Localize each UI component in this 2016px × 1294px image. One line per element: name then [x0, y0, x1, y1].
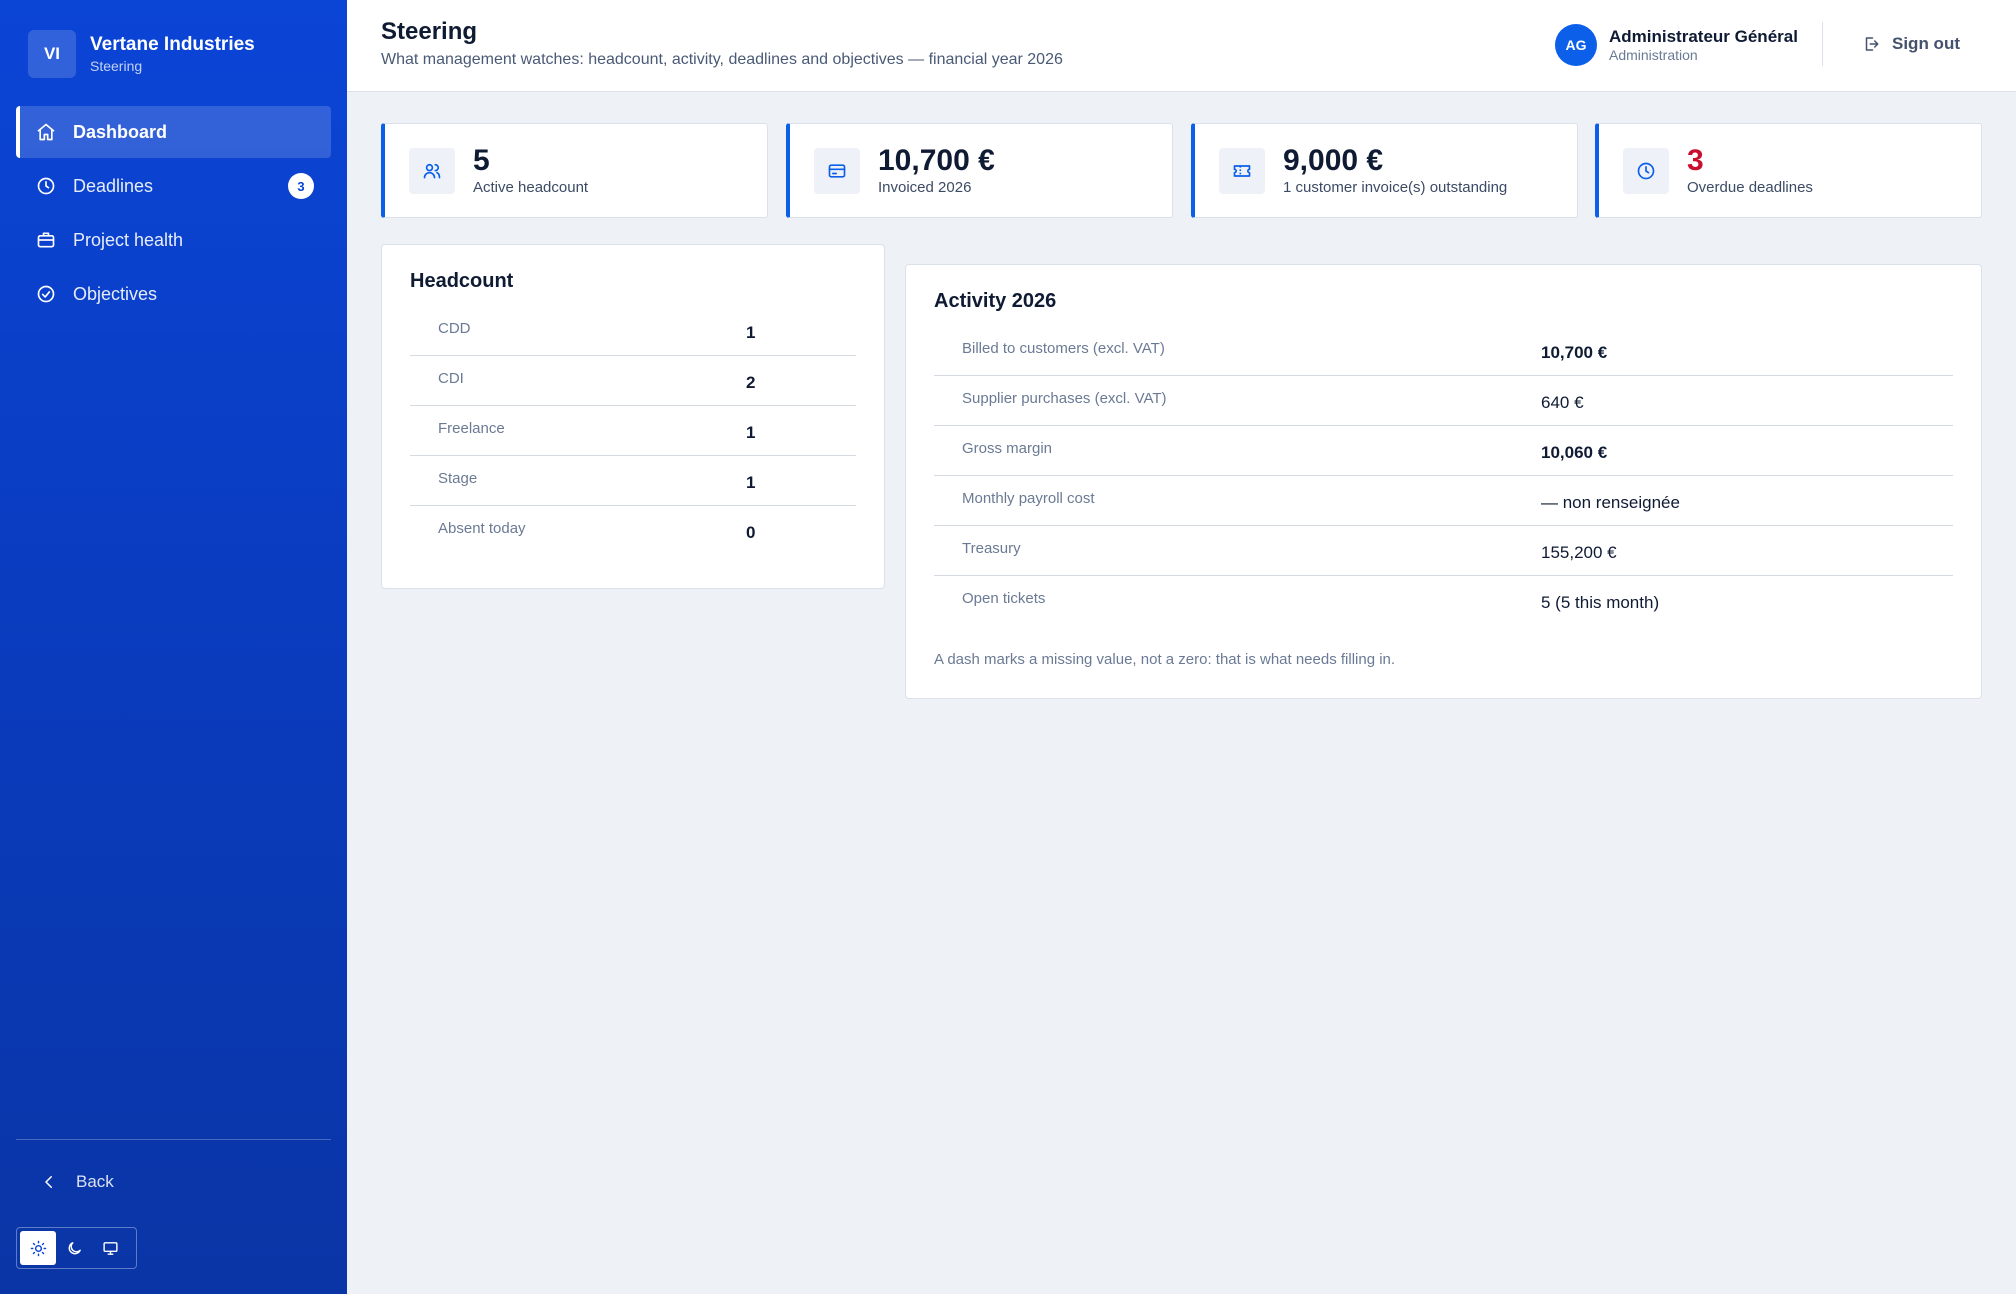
row-label: Monthly payroll cost	[962, 490, 1095, 507]
row-value: 155,200 €	[1541, 543, 1617, 562]
theme-switcher	[16, 1227, 137, 1269]
sidebar-item-dashboard[interactable]: Dashboard	[16, 106, 331, 158]
row-label: Stage	[438, 470, 478, 487]
stat-card-outstanding: 9,000 € 1 customer invoice(s) outstandin…	[1191, 123, 1578, 218]
home-icon	[37, 123, 55, 141]
monitor-icon	[102, 1241, 118, 1255]
sign-out-label: Sign out	[1892, 34, 1960, 53]
panel-title: Activity 2026	[934, 290, 1057, 312]
briefcase-icon	[37, 232, 55, 248]
sidebar-item-label: Project health	[73, 229, 184, 250]
table-row: Open tickets 5 (5 this month)	[934, 576, 1953, 626]
back-link[interactable]: Back	[40, 1172, 114, 1192]
user-role: Administration	[1609, 46, 1698, 63]
row-value: 0	[746, 523, 756, 542]
row-label: CDD	[438, 320, 471, 337]
stat-label: Invoiced 2026	[878, 178, 972, 196]
sun-icon	[30, 1240, 46, 1256]
row-label: Absent today	[438, 520, 526, 537]
table-row: Billed to customers (excl. VAT) 10,700 €	[934, 326, 1953, 376]
deadlines-count-badge: 3	[288, 173, 314, 199]
row-value: 10,060 €	[1541, 443, 1608, 462]
row-label: Open tickets	[962, 590, 1046, 607]
sidebar-item-label: Objectives	[73, 283, 158, 304]
brand-name: Vertane Industries	[90, 33, 255, 55]
sidebar-item-label: Dashboard	[73, 121, 168, 142]
header-divider	[1822, 22, 1823, 66]
brand-subtitle: Steering	[90, 57, 143, 74]
table-row: Absent today 0	[410, 506, 856, 556]
page-title: Steering	[381, 18, 478, 45]
row-label: Supplier purchases (excl. VAT)	[962, 390, 1167, 407]
row-value: 10,700 €	[1541, 343, 1608, 362]
row-value: 1	[746, 323, 756, 342]
table-row: Freelance 1	[410, 406, 856, 456]
stat-value: 3	[1687, 143, 1704, 177]
table-row: Monthly payroll cost — non renseignée	[934, 476, 1953, 526]
row-value: — non renseignée	[1541, 493, 1680, 512]
users-icon	[423, 163, 441, 178]
table-row: Gross margin 10,060 €	[934, 426, 1953, 476]
chevron-left-icon	[45, 1176, 52, 1188]
activity-panel: Activity 2026 Billed to customers (excl.…	[905, 264, 1982, 699]
table-row: Treasury 155,200 €	[934, 526, 1953, 576]
stat-card-invoiced: 10,700 € Invoiced 2026	[786, 123, 1173, 218]
table-row: CDI 2	[410, 356, 856, 406]
stat-card-headcount: 5 Active headcount	[381, 123, 768, 218]
row-value: 2	[746, 373, 756, 392]
user-name: Administrateur Général	[1609, 26, 1798, 46]
row-value: 640 €	[1541, 393, 1584, 412]
sidebar-item-deadlines[interactable]: Deadlines 3	[16, 160, 331, 212]
stat-label: Active headcount	[473, 178, 589, 196]
theme-dark-button[interactable]	[56, 1231, 92, 1265]
headcount-panel: Headcount CDD 1 CDI 2 Freelance 1 Stage …	[381, 244, 885, 589]
user-menu[interactable]: AG Administrateur Général Administration	[1555, 24, 1798, 66]
sidebar-item-project-health[interactable]: Project health	[16, 214, 331, 266]
check-circle-icon	[37, 285, 55, 303]
theme-light-button[interactable]	[20, 1231, 56, 1265]
clock-icon	[1637, 162, 1655, 179]
row-label: Freelance	[438, 420, 505, 437]
stat-label: 1 customer invoice(s) outstanding	[1283, 178, 1508, 196]
panel-note: A dash marks a missing value, not a zero…	[934, 651, 1396, 668]
page-subtitle: What management watches: headcount, acti…	[381, 51, 1063, 68]
row-label: CDI	[438, 370, 464, 387]
row-label: Treasury	[962, 540, 1021, 557]
table-row: Stage 1	[410, 456, 856, 506]
theme-system-button[interactable]	[92, 1231, 128, 1265]
stat-value: 10,700 €	[878, 143, 995, 177]
table-row: Supplier purchases (excl. VAT) 640 €	[934, 376, 1953, 426]
row-value: 1	[746, 423, 756, 442]
panel-title: Headcount	[410, 270, 514, 292]
brand[interactable]: VI Vertane Industries Steering	[28, 30, 255, 78]
ticket-icon	[1233, 164, 1251, 177]
clock-icon	[37, 177, 55, 195]
stat-label: Overdue deadlines	[1687, 178, 1813, 196]
row-label: Billed to customers (excl. VAT)	[962, 340, 1165, 357]
sidebar-item-label: Deadlines	[73, 175, 154, 196]
row-value: 1	[746, 473, 756, 492]
sign-out-icon	[1865, 37, 1879, 51]
card-icon	[828, 163, 846, 178]
sidebar: VI Vertane Industries Steering Dashboard…	[0, 0, 347, 1294]
row-value: 5 (5 this month)	[1541, 593, 1660, 612]
back-label: Back	[76, 1172, 114, 1191]
moon-icon	[68, 1241, 81, 1254]
stat-value: 9,000 €	[1283, 143, 1384, 177]
sidebar-item-objectives[interactable]: Objectives	[16, 268, 331, 320]
stat-value: 5	[473, 143, 490, 177]
avatar: AG	[1555, 24, 1597, 66]
brand-logo: VI	[28, 30, 76, 78]
page-header: Steering What management watches: headco…	[347, 0, 2016, 92]
row-label: Gross margin	[962, 440, 1053, 457]
sidebar-nav: Dashboard Deadlines 3 Project health Obj…	[16, 106, 331, 322]
sign-out-button[interactable]: Sign out	[1862, 34, 1960, 54]
sidebar-divider	[16, 1139, 331, 1140]
stat-card-overdue: 3 Overdue deadlines	[1595, 123, 1982, 218]
table-row: CDD 1	[410, 306, 856, 356]
